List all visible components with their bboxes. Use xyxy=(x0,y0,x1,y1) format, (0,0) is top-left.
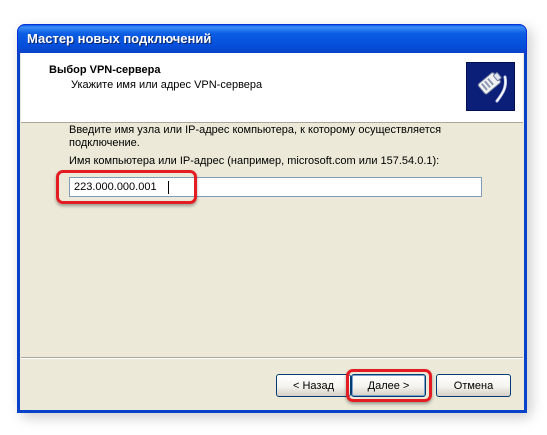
title-bar[interactable]: Мастер новых подключений xyxy=(17,24,527,53)
next-button[interactable]: Далее > xyxy=(351,374,426,397)
window-border-left xyxy=(17,53,20,412)
window-border-right xyxy=(524,53,527,412)
host-address-input[interactable] xyxy=(69,177,482,197)
wizard-dialog: Мастер новых подключений Выбор VPN-серве… xyxy=(17,24,527,413)
wizard-header: Выбор VPN-сервера Укажите имя или адрес … xyxy=(21,53,523,123)
cancel-button[interactable]: Отмена xyxy=(436,374,511,397)
host-field-label: Имя компьютера или IP-адрес (например, m… xyxy=(69,155,440,167)
network-plug-icon xyxy=(466,62,515,111)
button-divider xyxy=(21,357,523,359)
instructions-text: Введите имя узла или IP-адрес компьютера… xyxy=(69,124,442,149)
header-title: Выбор VPN-сервера xyxy=(49,64,161,76)
header-subtitle: Укажите имя или адрес VPN-сервера xyxy=(71,79,263,91)
window-border-bottom xyxy=(17,410,527,413)
text-caret xyxy=(168,181,169,194)
window-title: Мастер новых подключений xyxy=(27,31,212,46)
back-button[interactable]: < Назад xyxy=(276,374,351,397)
